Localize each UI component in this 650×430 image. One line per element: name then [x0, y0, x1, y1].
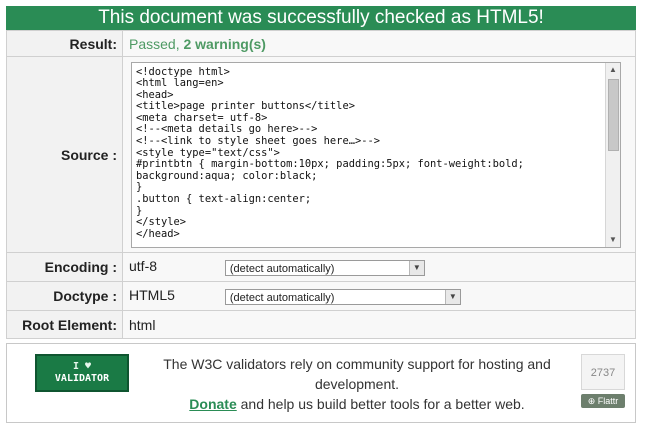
success-banner: This document was successfully checked a… — [6, 6, 636, 30]
encoding-cell: utf-8 (detect automatically) ▼ — [122, 252, 636, 282]
root-row: Root Element: html — [6, 310, 636, 339]
doctype-select-value: (detect automatically) — [229, 291, 335, 304]
encoding-label: Encoding : — [6, 252, 123, 282]
passed-status: Passed, — [129, 35, 180, 52]
doctype-select[interactable]: (detect automatically) ▼ — [224, 288, 461, 305]
doctype-label: Doctype : — [6, 281, 123, 311]
chevron-down-icon[interactable]: ▼ — [408, 260, 424, 275]
result-label: Result: — [6, 30, 123, 57]
donate-followup-text: and help us build better tools for a bet… — [236, 396, 525, 412]
donate-link[interactable]: Donate — [189, 396, 236, 412]
root-label: Root Element: — [6, 310, 123, 339]
source-code[interactable]: <!doctype html> <html lang=en> <head> <t… — [132, 63, 606, 241]
chevron-down-icon[interactable]: ▼ — [444, 289, 460, 304]
support-text-line-1: The W3C validators rely on community sup… — [163, 356, 551, 372]
flattr-label: Flattr — [597, 396, 619, 406]
badge-line-2: VALIDATOR — [54, 373, 110, 384]
result-row: Result: Passed, 2 warning(s) — [6, 30, 636, 57]
encoding-value: utf-8 — [129, 258, 158, 275]
doctype-value: HTML5 — [129, 287, 175, 304]
source-row: Source : <!doctype html> <html lang=en> … — [6, 56, 636, 253]
i-love-validator-badge[interactable]: I ♥ VALIDATOR — [35, 354, 129, 392]
encoding-select-value: (detect automatically) — [229, 262, 335, 275]
support-footer: I ♥ VALIDATOR The W3C validators rely on… — [6, 343, 636, 423]
root-value: html — [122, 310, 636, 339]
source-scrollbar[interactable]: ▲ ▼ — [605, 62, 620, 247]
result-value: Passed, 2 warning(s) — [122, 30, 636, 57]
doctype-cell: HTML5 (detect automatically) ▼ — [122, 281, 636, 311]
badge-line-1: I ♥ — [72, 361, 92, 372]
scroll-up-arrow-icon[interactable]: ▲ — [606, 63, 620, 77]
flattr-button[interactable]: ⊕ Flattr — [581, 394, 625, 408]
support-text-line-3: Donate and help us build better tools fo… — [157, 394, 557, 414]
results-table: Result: Passed, 2 warning(s) Source : <!… — [6, 30, 636, 339]
support-message: The W3C validators rely on community sup… — [157, 354, 557, 414]
encoding-select[interactable]: (detect automatically) ▼ — [224, 259, 425, 276]
flattr-count: 2737 — [581, 354, 625, 390]
support-text-line-2: development. — [314, 376, 400, 392]
scroll-thumb[interactable] — [608, 78, 619, 151]
doctype-row: Doctype : HTML5 (detect automatically) ▼ — [6, 281, 636, 311]
source-cell: <!doctype html> <html lang=en> <head> <t… — [122, 56, 636, 253]
source-code-textarea[interactable]: <!doctype html> <html lang=en> <head> <t… — [131, 61, 621, 248]
warnings-link[interactable]: 2 warning(s) — [183, 36, 265, 52]
encoding-row: Encoding : utf-8 (detect automatically) … — [6, 252, 636, 282]
source-label: Source : — [6, 56, 123, 253]
scroll-down-arrow-icon[interactable]: ▼ — [606, 233, 620, 247]
